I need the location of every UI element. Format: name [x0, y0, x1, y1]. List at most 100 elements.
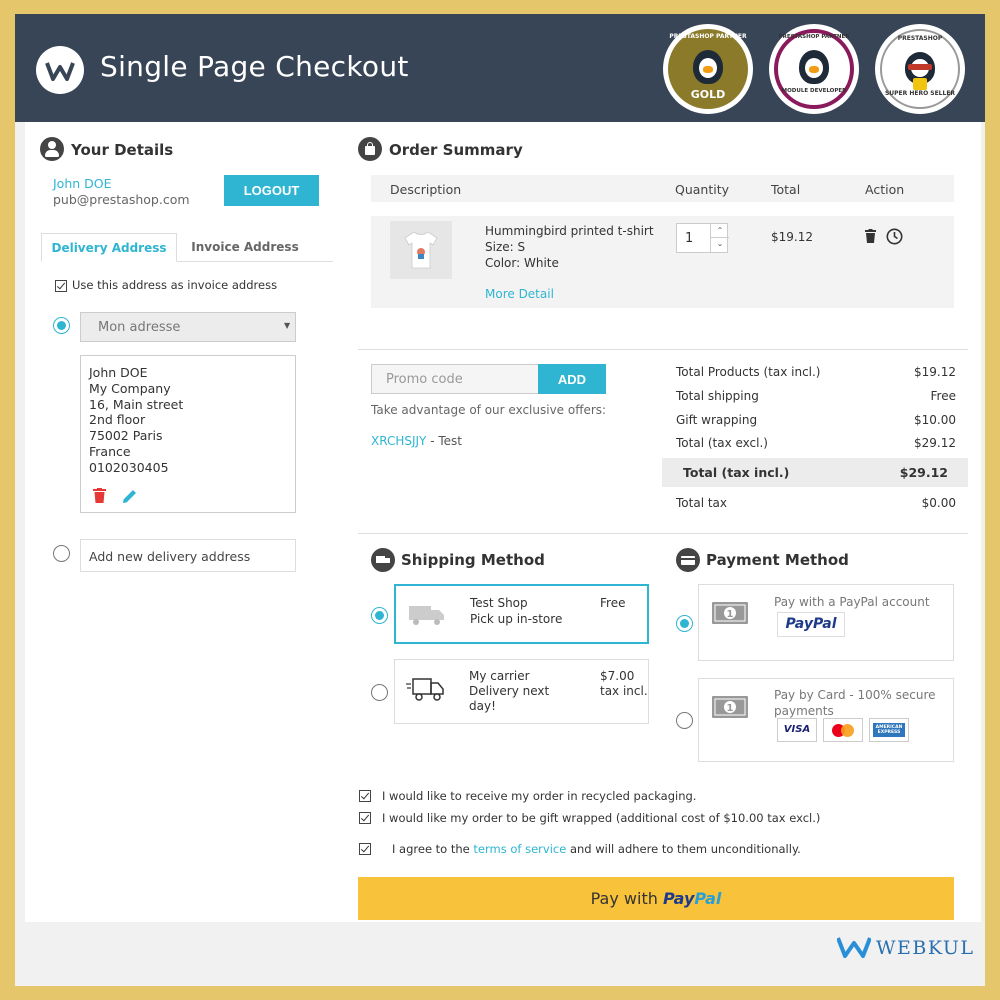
- logout-button[interactable]: LOGOUT: [224, 175, 319, 206]
- promo-placeholder: Promo code: [386, 372, 463, 387]
- more-detail-link[interactable]: More Detail: [485, 287, 554, 301]
- add-new-address-field[interactable]: Add new delivery address: [80, 539, 296, 572]
- quantity-value: 1: [685, 231, 694, 246]
- partner-module-developer-badge: PRESTASHOP PARTNER MODULE DEVELOPER: [769, 24, 859, 114]
- offer-code-link[interactable]: XRCHSJJY: [371, 434, 426, 448]
- address-line: 0102030405: [89, 459, 169, 475]
- shipping-price: Free: [600, 596, 626, 610]
- shipping-option-my-carrier[interactable]: My carrier Delivery next day! $7.00 tax …: [394, 659, 649, 724]
- trash-icon[interactable]: [865, 229, 876, 243]
- quantity-down-icon[interactable]: ⌄: [711, 238, 729, 252]
- summary-divider: [358, 349, 968, 350]
- shipping-name: Test Shop: [470, 596, 528, 610]
- address-line: John DOE: [89, 365, 148, 380]
- gift-wrap-checkbox[interactable]: [359, 812, 371, 824]
- bag-icon: [358, 137, 382, 161]
- shipping-divider: [358, 533, 968, 534]
- address-line: 16, Main street: [89, 396, 184, 412]
- payment-label: Pay with a PayPal account: [774, 595, 930, 609]
- shipping-radio-test-shop[interactable]: [371, 607, 388, 624]
- svg-text:1: 1: [727, 703, 734, 714]
- cart-item-row: Hummingbird printed t-shirt Size: S Colo…: [371, 216, 954, 308]
- payment-option-card[interactable]: 1 Pay by Card - 100% secure payments VIS…: [698, 678, 954, 762]
- address-lines: John DOE My Company 16, Main street 2nd …: [89, 365, 183, 476]
- same-invoice-checkbox[interactable]: [55, 280, 67, 292]
- truck-icon: [409, 606, 444, 625]
- quantity-up-icon[interactable]: ⌃: [711, 224, 729, 238]
- customer-email: pub@prestashop.com: [53, 192, 190, 207]
- shipping-option-test-shop[interactable]: Test Shop Pick up in-store Free: [394, 584, 649, 644]
- col-quantity: Quantity: [675, 182, 730, 197]
- promo-add-button[interactable]: ADD: [538, 364, 606, 394]
- payment-label: Pay by Card - 100% secure payments: [774, 688, 936, 718]
- gift-wrap-label: I would like my order to be gift wrapped…: [382, 811, 821, 825]
- total-tax-label: Total tax: [676, 496, 727, 510]
- tab-delivery-address[interactable]: Delivery Address: [41, 233, 177, 262]
- promo-code-input[interactable]: Promo code: [371, 364, 539, 394]
- webkul-brand-text: WEBKUL: [876, 937, 975, 959]
- customer-name: John DOE: [53, 176, 112, 191]
- chevron-down-icon: ▼: [284, 321, 291, 330]
- webkul-logo: [36, 46, 84, 94]
- total-tax-value: $0.00: [921, 496, 956, 510]
- mastercard-icon: [823, 718, 863, 742]
- payment-option-paypal[interactable]: 1 Pay with a PayPal account PayPal: [698, 584, 954, 661]
- shipping-method-title: Shipping Method: [401, 551, 545, 569]
- badge-label: MODULE DEVELOPER: [781, 88, 847, 94]
- badge-label: SUPER HERO SELLER: [884, 90, 956, 97]
- pay-with-paypal-button[interactable]: Pay with PayPal: [358, 877, 954, 920]
- user-icon: [40, 137, 64, 161]
- shipping-radio-my-carrier[interactable]: [371, 684, 388, 701]
- quantity-arrows: ⌃ ⌄: [710, 224, 729, 252]
- address-select[interactable]: Mon adresse ▼: [80, 312, 296, 342]
- terms-label: I agree to the terms of service and will…: [392, 842, 801, 856]
- app-header: Single Page Checkout PRESTASHOP PARTNER …: [15, 14, 985, 122]
- page-title: Single Page Checkout: [100, 50, 409, 83]
- address-line: France: [89, 443, 131, 459]
- grand-total-value: $29.12: [899, 465, 948, 480]
- banknote-icon: 1: [712, 696, 748, 718]
- col-total: Total: [771, 182, 801, 197]
- delete-icon[interactable]: [93, 488, 106, 503]
- address-line: My Company: [89, 380, 171, 396]
- edit-icon[interactable]: [122, 488, 138, 504]
- terms-pre: I agree to the: [392, 842, 474, 856]
- payment-radio-card[interactable]: [676, 712, 693, 729]
- shipping-price: $7.00 tax incl.: [600, 669, 648, 698]
- paypal-brand-pay: Pay: [662, 889, 695, 908]
- paypal-brand-pal: Pal: [694, 889, 722, 908]
- your-details-title: Your Details: [71, 141, 174, 159]
- visa-label: VISA: [783, 724, 811, 735]
- quantity-stepper[interactable]: 1 ⌃ ⌄: [676, 223, 729, 253]
- pay-button-text: Pay with: [590, 889, 663, 908]
- recycled-label: I would like to receive my order in recy…: [382, 789, 697, 803]
- terms-post: and will adhere to them unconditionally.: [566, 842, 801, 856]
- banknote-icon: 1: [712, 602, 748, 624]
- new-address-radio[interactable]: [53, 545, 70, 562]
- super-hero-seller-badge: PRESTASHOP SUPER HERO SELLER: [875, 24, 965, 114]
- payment-radio-paypal[interactable]: [676, 615, 693, 632]
- truck-round-icon: [371, 548, 395, 572]
- shipping-name: My carrier: [469, 669, 530, 683]
- total-tax-excl-label: Total (tax excl.): [676, 436, 768, 450]
- col-description: Description: [390, 182, 462, 197]
- address-card: John DOE My Company 16, Main street 2nd …: [80, 355, 296, 513]
- tab-invoice-address[interactable]: Invoice Address: [177, 233, 313, 261]
- clock-icon[interactable]: [886, 228, 903, 245]
- product-thumbnail[interactable]: [390, 221, 452, 279]
- col-action: Action: [865, 182, 905, 197]
- address-line: 75002 Paris: [89, 428, 163, 444]
- partner-gold-badge: PRESTASHOP PARTNER GOLD: [663, 24, 753, 114]
- payment-round-icon: [676, 548, 700, 572]
- payment-method-title: Payment Method: [706, 551, 849, 569]
- terms-checkbox[interactable]: [359, 843, 371, 855]
- badge-top-text: PRESTASHOP: [897, 35, 943, 42]
- gift-wrapping-label: Gift wrapping: [676, 413, 758, 427]
- recycled-checkbox[interactable]: [359, 790, 371, 802]
- address-radio-selected[interactable]: [53, 317, 70, 334]
- delivery-truck-icon: [406, 678, 444, 701]
- product-size: Size: S: [485, 240, 526, 254]
- total-shipping-label: Total shipping: [676, 389, 759, 403]
- badge-top-text: PRESTASHOP PARTNER: [778, 34, 850, 40]
- terms-link[interactable]: terms of service: [473, 842, 566, 856]
